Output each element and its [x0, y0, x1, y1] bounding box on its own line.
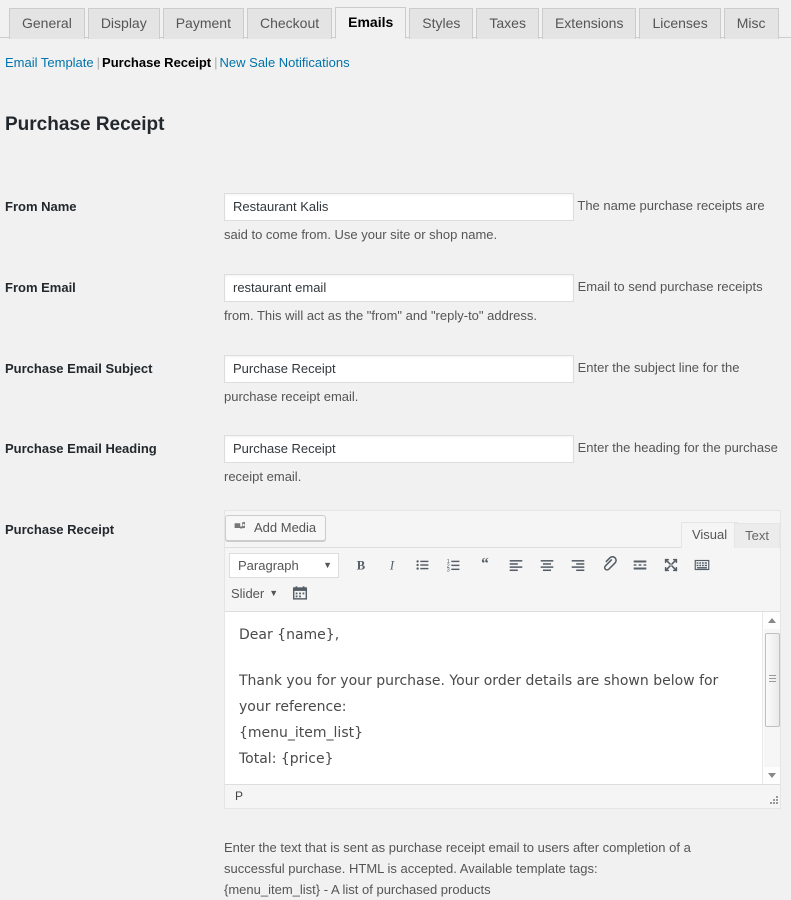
- wp-editor: Add Media VisualText Paragraph ▼ B I: [224, 510, 781, 809]
- editor-text-content[interactable]: Dear {name}, Thank you for your purchase…: [225, 612, 763, 784]
- editor-tab-visual[interactable]: Visual: [681, 522, 738, 548]
- align-left-icon[interactable]: [501, 552, 531, 579]
- subnav-separator-2: |: [211, 55, 219, 70]
- editor-paragraph-1: Dear {name},: [239, 622, 749, 648]
- purchase-receipt-description: Enter the text that is sent as purchase …: [224, 837, 744, 900]
- scrollbar-grip-icon: [769, 675, 776, 682]
- field-from-name: The name purchase receipts are said to c…: [224, 192, 784, 249]
- scrollbar-track[interactable]: [764, 629, 780, 767]
- add-media-button[interactable]: Add Media: [225, 515, 326, 541]
- tab-styles[interactable]: Styles: [409, 8, 473, 39]
- chevron-down-icon: ▼: [269, 588, 278, 598]
- fullscreen-icon[interactable]: [656, 552, 686, 579]
- purchase-receipt-description-line2: {menu_item_list} - A list of purchased p…: [224, 882, 491, 897]
- subnav-item-new-sale-notifications[interactable]: New Sale Notifications: [220, 55, 350, 70]
- svg-text:3: 3: [447, 567, 450, 573]
- tab-display[interactable]: Display: [88, 8, 160, 39]
- chevron-down-icon: ▼: [323, 560, 332, 570]
- tab-extensions[interactable]: Extensions: [542, 8, 636, 39]
- tab-taxes[interactable]: Taxes: [476, 8, 539, 39]
- slider-dropdown-label: Slider: [231, 586, 264, 601]
- editor-toolbar-row-2: Slider ▼: [229, 579, 776, 607]
- scroll-up-arrow-icon[interactable]: [763, 612, 780, 629]
- purchase-receipt-description-line1: Enter the text that is sent as purchase …: [224, 840, 691, 876]
- editor-scrollbar[interactable]: [762, 612, 780, 784]
- editor-paragraph-3: {menu_item_list}: [239, 720, 749, 746]
- email-subject-input[interactable]: [224, 355, 574, 383]
- from-name-input[interactable]: [224, 193, 574, 221]
- svg-text:“: “: [481, 556, 489, 573]
- field-from-email: Email to send purchase receipts from. Th…: [224, 273, 784, 330]
- editor-tab-text[interactable]: Text: [734, 523, 780, 548]
- svg-text:B: B: [357, 559, 366, 573]
- scroll-down-arrow-icon[interactable]: [763, 767, 780, 784]
- editor-toolbar: Paragraph ▼ B I 1 2 3: [225, 547, 780, 611]
- field-email-heading: Enter the heading for the purchase recei…: [224, 434, 784, 491]
- toolbar-toggle-icon[interactable]: [687, 552, 717, 579]
- tab-licenses[interactable]: Licenses: [639, 8, 720, 39]
- page-title: Purchase Receipt: [5, 112, 164, 138]
- from-email-input[interactable]: [224, 274, 574, 302]
- label-email-subject: Purchase Email Subject: [5, 360, 152, 378]
- format-select[interactable]: Paragraph ▼: [229, 553, 339, 578]
- settings-tab-bar: GeneralDisplayPaymentCheckoutEmailsStyle…: [0, 0, 791, 38]
- label-purchase-receipt: Purchase Receipt: [5, 521, 114, 539]
- email-heading-input[interactable]: [224, 435, 574, 463]
- editor-paragraph-2: Thank you for your purchase. Your order …: [239, 668, 749, 720]
- add-media-label: Add Media: [254, 516, 316, 540]
- align-right-icon[interactable]: [563, 552, 593, 579]
- subsection-nav: Email Template|Purchase Receipt|New Sale…: [5, 52, 350, 74]
- editor-toolbar-row-1: Paragraph ▼ B I 1 2 3: [229, 551, 776, 579]
- tab-misc[interactable]: Misc: [724, 8, 779, 39]
- label-from-email: From Email: [5, 279, 76, 297]
- editor-statusbar: P: [225, 784, 780, 808]
- editor-mode-tabs: VisualText: [685, 522, 780, 547]
- tab-checkout[interactable]: Checkout: [247, 8, 332, 39]
- editor-paragraph-4: Total: {price}: [239, 746, 749, 772]
- editor-resize-handle[interactable]: [768, 796, 778, 806]
- scrollbar-thumb[interactable]: [765, 633, 780, 727]
- format-select-value: Paragraph: [238, 558, 299, 573]
- admin-media-icon: [233, 520, 249, 536]
- align-center-icon[interactable]: [532, 552, 562, 579]
- numbered-list-icon[interactable]: 1 2 3: [439, 552, 469, 579]
- subnav-separator-1: |: [94, 55, 102, 70]
- subnav-item-email-template[interactable]: Email Template: [5, 55, 94, 70]
- svg-text:I: I: [389, 559, 395, 573]
- italic-icon[interactable]: I: [377, 552, 407, 579]
- calendar-icon[interactable]: [285, 580, 315, 607]
- subnav-item-purchase-receipt[interactable]: Purchase Receipt: [102, 55, 211, 70]
- tab-payment[interactable]: Payment: [163, 8, 244, 39]
- bold-icon[interactable]: B: [346, 552, 376, 579]
- blockquote-icon[interactable]: “: [470, 552, 500, 579]
- link-icon[interactable]: [594, 552, 624, 579]
- field-email-subject: Enter the subject line for the purchase …: [224, 354, 784, 411]
- editor-element-path[interactable]: P: [235, 789, 243, 803]
- editor-top-bar: Add Media VisualText: [225, 511, 780, 547]
- label-email-heading: Purchase Email Heading: [5, 440, 157, 458]
- tab-general[interactable]: General: [9, 8, 85, 39]
- bulleted-list-icon[interactable]: [408, 552, 438, 579]
- label-from-name: From Name: [5, 198, 77, 216]
- insert-more-icon[interactable]: [625, 552, 655, 579]
- slider-dropdown[interactable]: Slider ▼: [229, 581, 284, 606]
- tab-emails[interactable]: Emails: [335, 7, 406, 39]
- editor-content-area[interactable]: Dear {name}, Thank you for your purchase…: [225, 611, 780, 784]
